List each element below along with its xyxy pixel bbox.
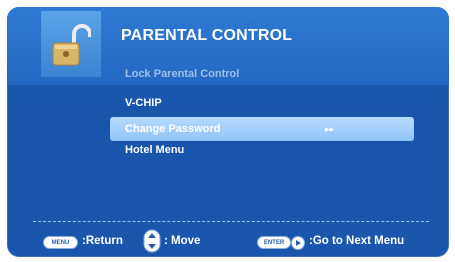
footer-divider <box>33 221 429 222</box>
menu-item-lock-parental-control[interactable]: Lock Parental Control <box>110 62 414 86</box>
page-title: PARENTAL CONTROL <box>121 27 293 44</box>
right-arrow-key-icon <box>291 236 305 250</box>
return-hint: :Return <box>82 235 123 247</box>
parental-control-panel: PARENTAL CONTROL Lock Parental Control V… <box>7 7 449 257</box>
menu-item-label: Lock Parental Control <box>125 68 240 80</box>
up-down-move-icon <box>143 229 161 253</box>
menu-item-label: Hotel Menu <box>125 144 185 156</box>
menu-item-label: V-CHIP <box>125 97 162 109</box>
menu-item-v-chip[interactable]: V-CHIP <box>110 91 414 115</box>
header-icon-box <box>41 11 101 77</box>
menu-key-icon: MENU <box>43 236 78 249</box>
enter-key-icon: ENTER <box>257 236 291 249</box>
menu-item-hotel-menu[interactable]: Hotel Menu <box>110 138 414 162</box>
move-hint: : Move <box>164 235 201 247</box>
unlock-icon <box>52 24 91 66</box>
menu-item-label: Change Password <box>125 123 221 135</box>
screen: PARENTAL CONTROL Lock Parental Control V… <box>0 0 455 262</box>
next-menu-hint: :Go to Next Menu <box>309 235 405 247</box>
footer-hints: MENU :Return : Move ENTER :Go to Next Me… <box>7 229 449 255</box>
